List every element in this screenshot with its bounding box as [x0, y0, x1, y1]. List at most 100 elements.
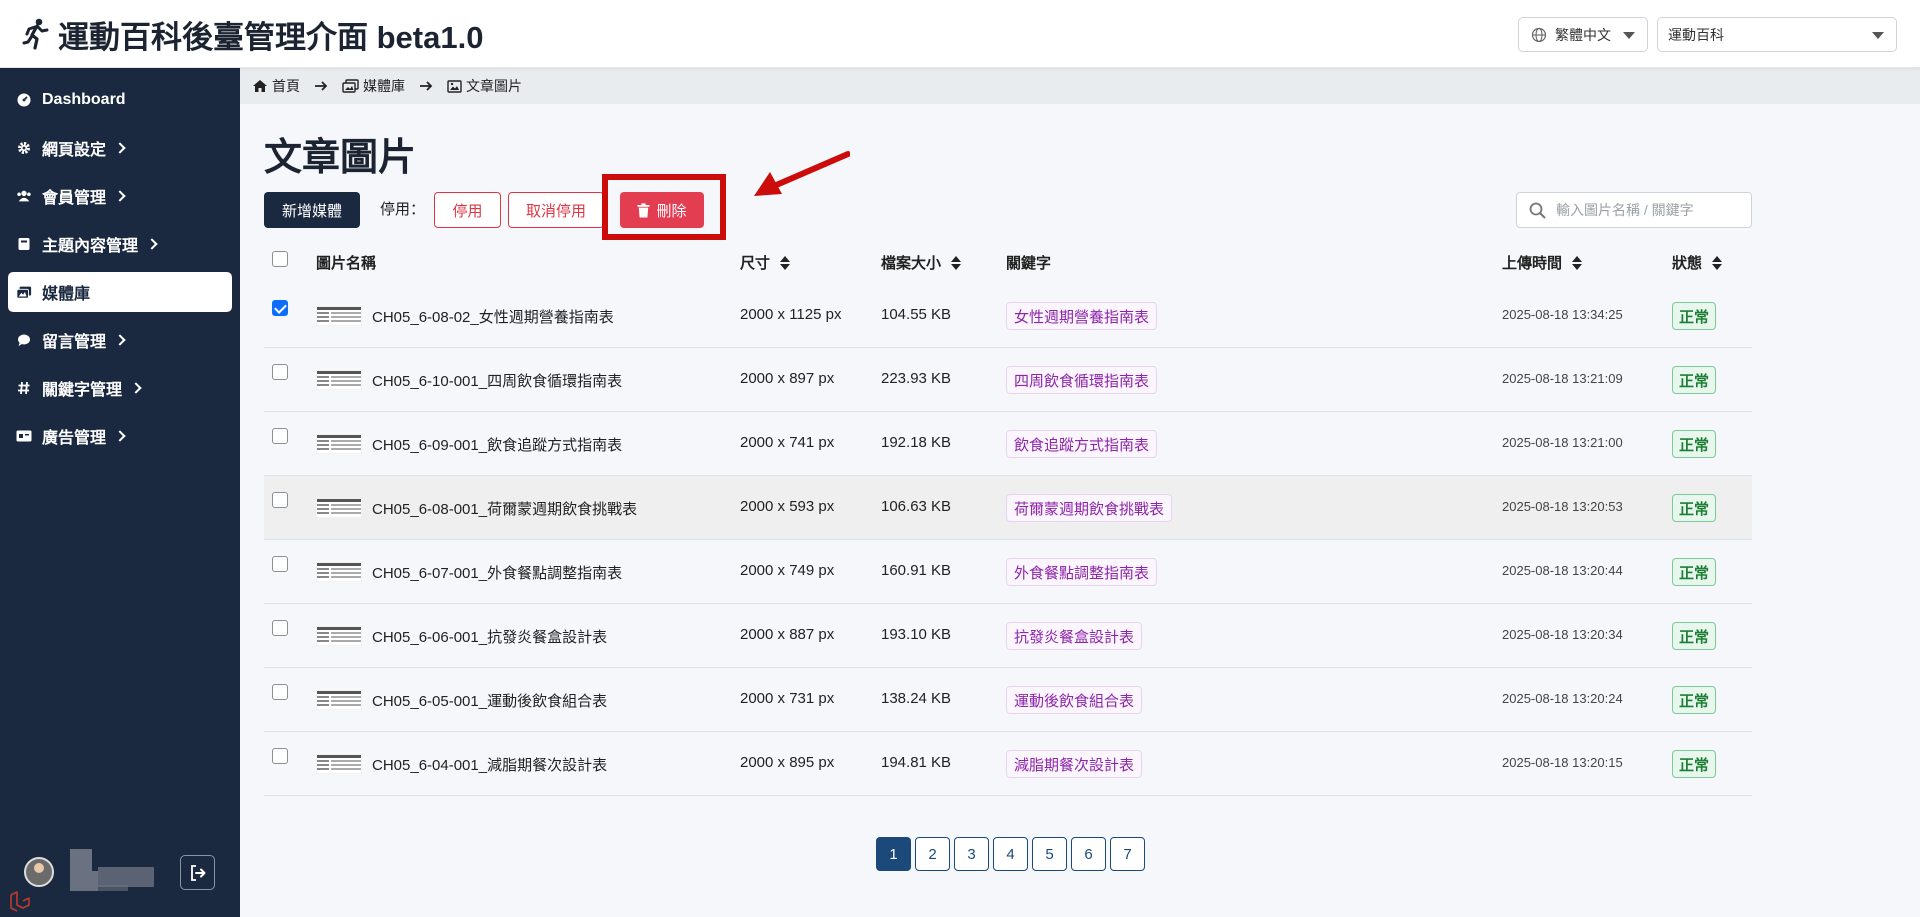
- username-redacted: [70, 849, 165, 893]
- breadcrumb-media-label: 媒體庫: [363, 78, 405, 94]
- table-row[interactable]: CH05_6-06-001_抗發炎餐盒設計表 2000 x 887 px 193…: [264, 604, 1752, 668]
- keyword-tag[interactable]: 四周飲食循環指南表: [1006, 366, 1158, 394]
- enable-button[interactable]: 取消停用: [508, 192, 604, 228]
- home-icon: [253, 80, 267, 92]
- page-button-5[interactable]: 5: [1032, 837, 1067, 871]
- keyword-tag[interactable]: 運動後飲食組合表: [1006, 686, 1143, 714]
- arrow-right-icon: [314, 80, 328, 92]
- sidebar-item-members[interactable]: 會員管理: [8, 176, 232, 216]
- row-checkbox[interactable]: [272, 300, 288, 316]
- table-row[interactable]: CH05_6-08-02_女性週期營養指南表 2000 x 1125 px 10…: [264, 284, 1752, 348]
- disable-button[interactable]: 停用: [434, 192, 501, 228]
- sidebar-item-comments[interactable]: 留言管理: [8, 320, 232, 360]
- status-badge: 正常: [1672, 686, 1717, 714]
- row-checkbox[interactable]: [272, 556, 288, 572]
- page-button-3[interactable]: 3: [954, 837, 989, 871]
- image-name: CH05_6-08-001_荷爾蒙週期飲食挑戰表: [372, 501, 638, 518]
- avatar[interactable]: [24, 857, 54, 887]
- chevron-right-icon: [114, 430, 126, 442]
- page-button-6[interactable]: 6: [1071, 837, 1106, 871]
- table-body: CH05_6-08-02_女性週期營養指南表 2000 x 1125 px 10…: [264, 284, 1752, 796]
- breadcrumb-home-label: 首頁: [272, 78, 300, 94]
- breadcrumb-current-label: 文章圖片: [466, 78, 522, 94]
- status-badge: 正常: [1672, 366, 1717, 394]
- row-checkbox[interactable]: [272, 492, 288, 508]
- keyword-tag[interactable]: 抗發炎餐盒設計表: [1006, 622, 1143, 650]
- status-badge: 正常: [1672, 302, 1717, 330]
- page-button-1[interactable]: 1: [876, 837, 911, 871]
- keyword-tag[interactable]: 飲食追蹤方式指南表: [1006, 430, 1158, 458]
- column-header-size[interactable]: 尺寸: [740, 252, 791, 273]
- row-checkbox[interactable]: [272, 428, 288, 444]
- image-name: CH05_6-07-001_外食餐點調整指南表: [372, 565, 623, 582]
- image-dimensions: 2000 x 897 px: [740, 370, 835, 387]
- file-size: 138.24 KB: [881, 690, 952, 707]
- select-all-checkbox[interactable]: [272, 251, 288, 267]
- status-badge: 正常: [1672, 430, 1717, 458]
- row-checkbox[interactable]: [272, 684, 288, 700]
- chevron-right-icon: [114, 334, 126, 346]
- logout-button[interactable]: [180, 855, 215, 890]
- site-value: 運動百科: [1668, 26, 1724, 43]
- image-dimensions: 2000 x 887 px: [740, 626, 835, 643]
- breadcrumb-media[interactable]: 媒體庫: [342, 76, 405, 96]
- image-dimensions: 2000 x 593 px: [740, 498, 835, 515]
- image-thumbnail[interactable]: [316, 690, 362, 710]
- row-checkbox[interactable]: [272, 748, 288, 764]
- site-select[interactable]: 運動百科: [1657, 17, 1897, 52]
- sidebar-item-label: 網頁設定: [42, 142, 107, 159]
- table-row[interactable]: CH05_6-05-001_運動後飲食組合表 2000 x 731 px 138…: [264, 668, 1752, 732]
- sidebar-item-label: 主題內容管理: [42, 238, 139, 255]
- table-row[interactable]: CH05_6-04-001_減脂期餐次設計表 2000 x 895 px 194…: [264, 732, 1752, 796]
- column-header-upload-time[interactable]: 上傳時間: [1502, 252, 1583, 273]
- image-thumbnail[interactable]: [316, 434, 362, 454]
- table-row[interactable]: CH05_6-10-001_四周飲食循環指南表 2000 x 897 px 22…: [264, 348, 1752, 412]
- sidebar: Dashboard 網頁設定 會員管理 主題內容管理 媒體庫 留言管理 關鍵字管…: [0, 68, 240, 917]
- table-header: 圖片名稱 尺寸 檔案大小 關鍵字 上傳時間 狀態: [264, 240, 1752, 284]
- language-select[interactable]: 繁體中文: [1518, 17, 1648, 52]
- keyword-tag[interactable]: 外食餐點調整指南表: [1006, 558, 1158, 586]
- image-thumbnail[interactable]: [316, 370, 362, 390]
- chevron-right-icon: [114, 142, 126, 154]
- running-person-icon: [22, 18, 49, 50]
- sidebar-item-label: 關鍵字管理: [42, 382, 123, 399]
- search-input[interactable]: [1556, 202, 1736, 218]
- image-name: CH05_6-04-001_減脂期餐次設計表: [372, 757, 608, 774]
- sidebar-item-media[interactable]: 媒體庫: [8, 272, 232, 312]
- table-row[interactable]: CH05_6-08-001_荷爾蒙週期飲食挑戰表 2000 x 593 px 1…: [264, 476, 1752, 540]
- keyword-tag[interactable]: 減脂期餐次設計表: [1006, 750, 1143, 778]
- image-thumbnail[interactable]: [316, 754, 362, 774]
- page-button-4[interactable]: 4: [993, 837, 1028, 871]
- row-checkbox[interactable]: [272, 620, 288, 636]
- table-row[interactable]: CH05_6-09-001_飲食追蹤方式指南表 2000 x 741 px 19…: [264, 412, 1752, 476]
- add-media-button[interactable]: 新增媒體: [264, 192, 360, 228]
- table-row[interactable]: CH05_6-07-001_外食餐點調整指南表 2000 x 749 px 16…: [264, 540, 1752, 604]
- chevron-right-icon: [146, 238, 158, 250]
- sidebar-item-keywords[interactable]: 關鍵字管理: [8, 368, 232, 408]
- chevron-right-icon: [114, 190, 126, 202]
- image-dimensions: 2000 x 749 px: [740, 562, 835, 579]
- keyword-tag[interactable]: 荷爾蒙週期飲食挑戰表: [1006, 494, 1173, 522]
- sidebar-item-site-settings[interactable]: 網頁設定: [8, 128, 232, 168]
- image-thumbnail[interactable]: [316, 498, 362, 518]
- sidebar-item-content[interactable]: 主題內容管理: [8, 224, 232, 264]
- breadcrumb-home[interactable]: 首頁: [252, 76, 300, 96]
- page-button-7[interactable]: 7: [1110, 837, 1145, 871]
- search-box[interactable]: [1516, 192, 1752, 228]
- column-header-file-size[interactable]: 檔案大小: [881, 252, 962, 273]
- image-thumbnail[interactable]: [316, 562, 362, 582]
- status-badge: 正常: [1672, 622, 1717, 650]
- keyword-tag[interactable]: 女性週期營養指南表: [1006, 302, 1158, 330]
- upload-time: 2025-08-18 13:20:34: [1502, 627, 1623, 642]
- file-size: 104.55 KB: [881, 306, 952, 323]
- page-button-2[interactable]: 2: [915, 837, 950, 871]
- page-title: 文章圖片: [264, 137, 417, 179]
- sidebar-item-dashboard[interactable]: Dashboard: [8, 80, 232, 120]
- image-thumbnail[interactable]: [316, 306, 362, 326]
- file-size: 192.18 KB: [881, 434, 952, 451]
- image-thumbnail[interactable]: [316, 626, 362, 646]
- column-header-status[interactable]: 狀態: [1672, 252, 1723, 273]
- sidebar-item-ads[interactable]: 廣告管理: [8, 416, 232, 456]
- upload-time: 2025-08-18 13:21:09: [1502, 371, 1623, 386]
- row-checkbox[interactable]: [272, 364, 288, 380]
